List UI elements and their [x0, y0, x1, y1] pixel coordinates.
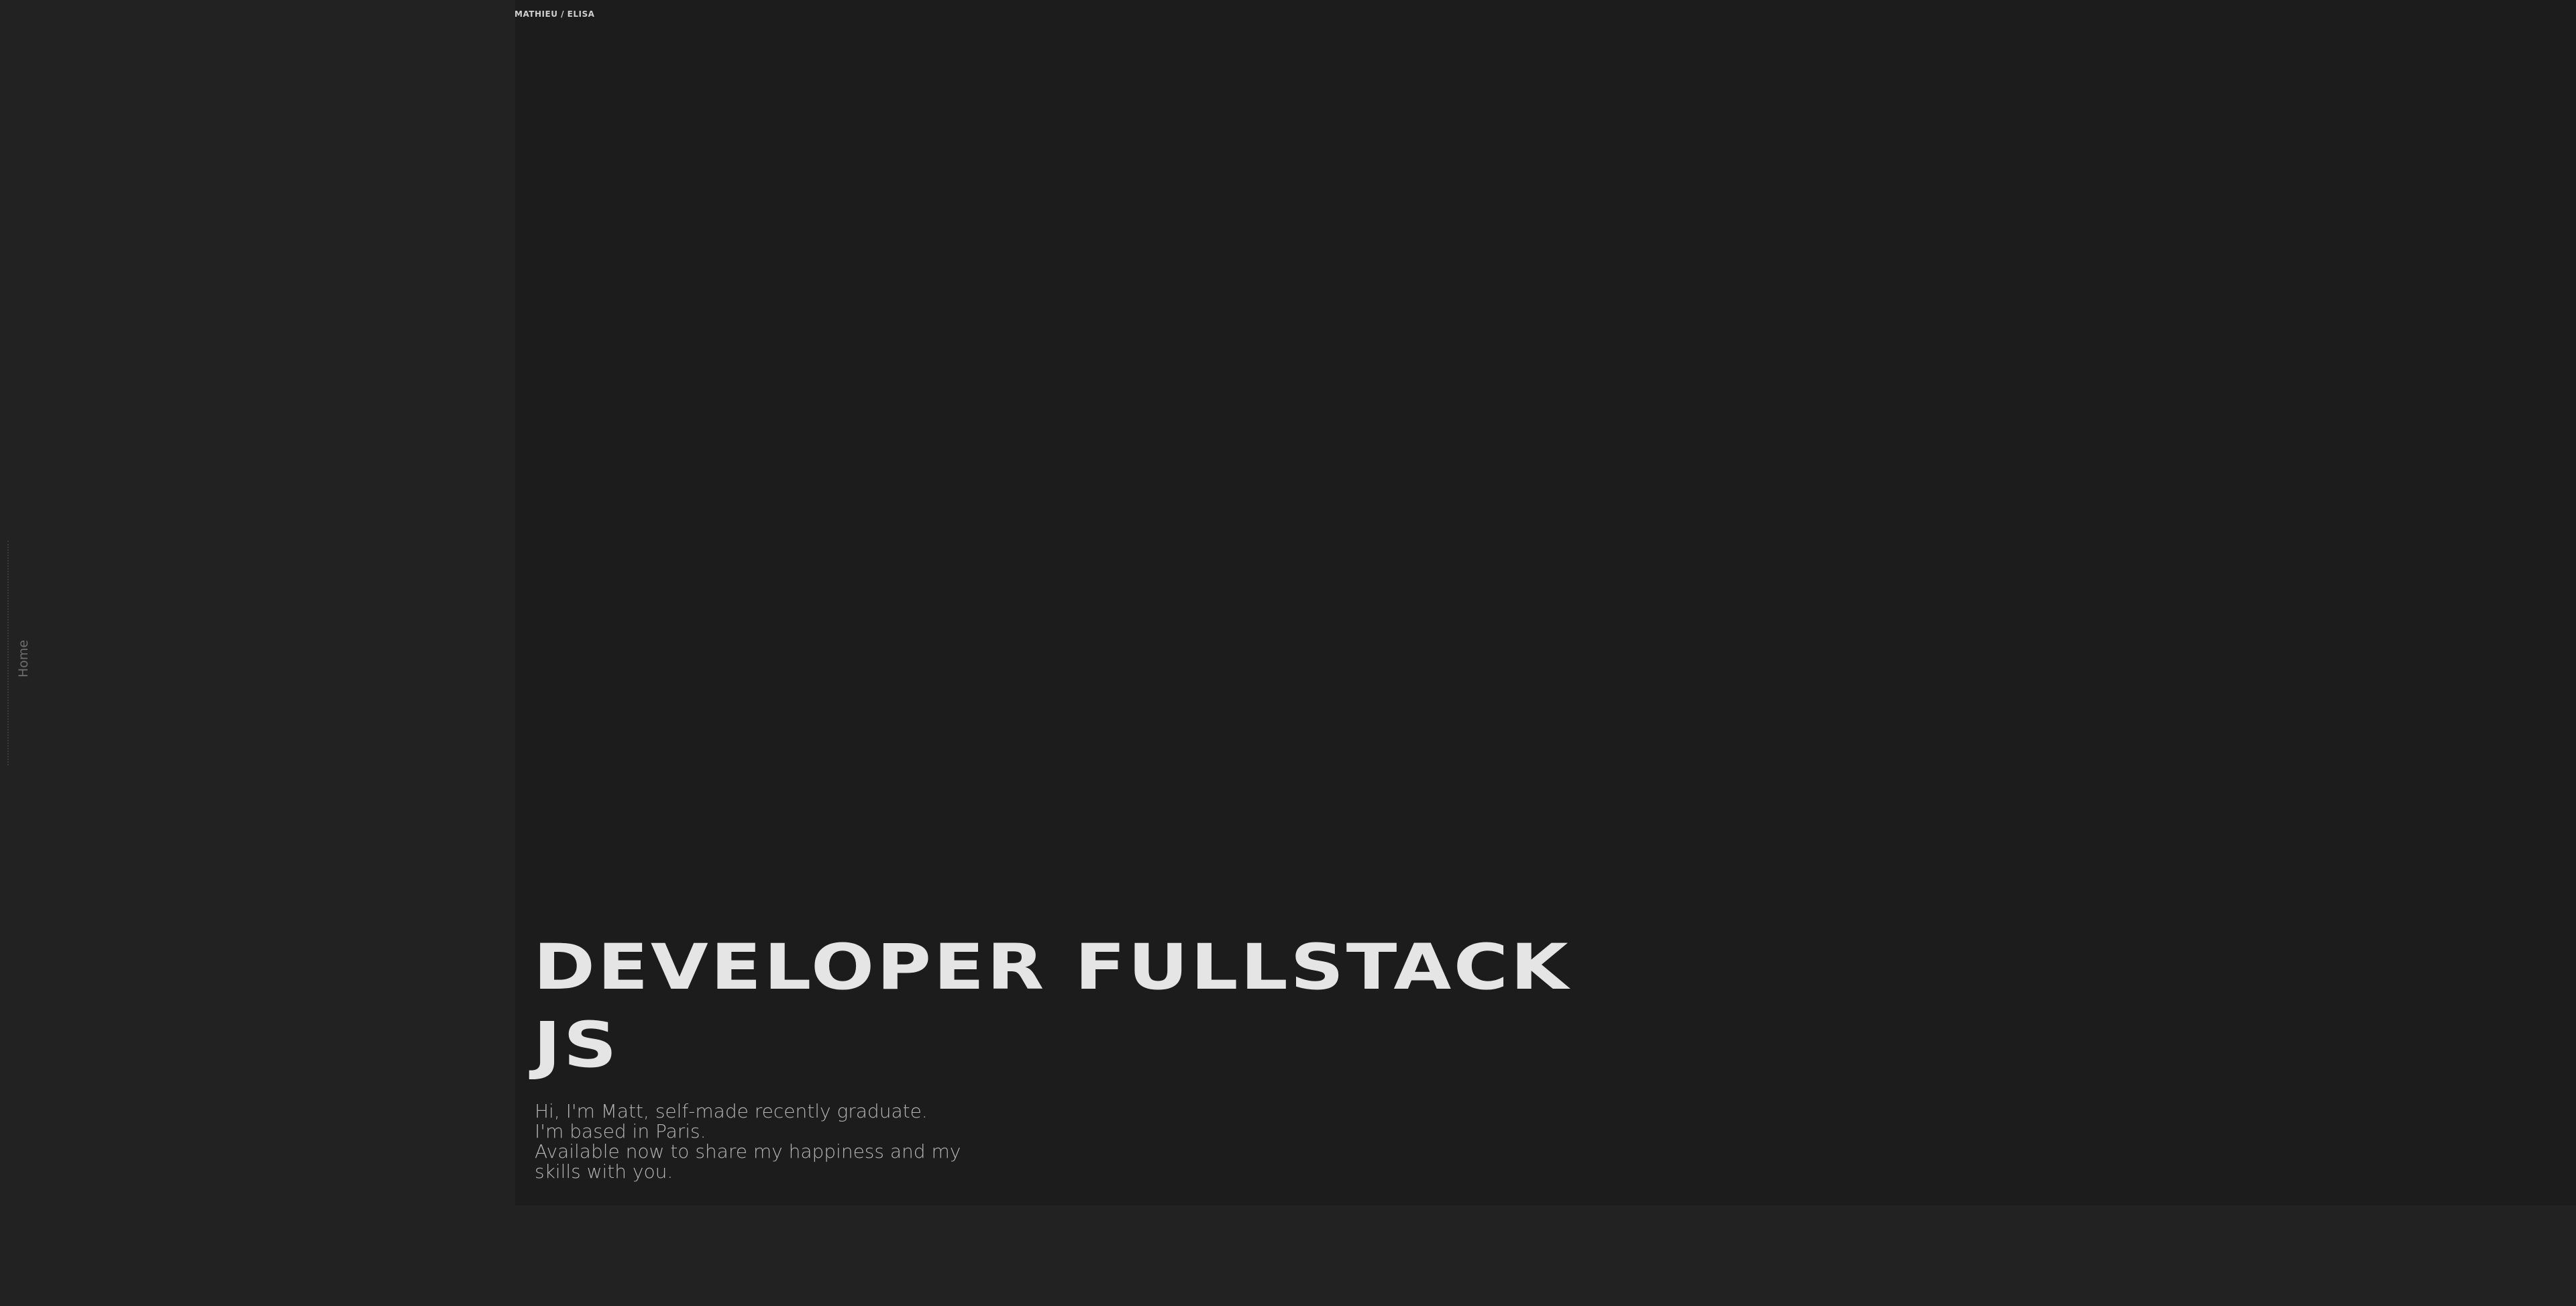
- brand-link[interactable]: MATHIEU / ELISA: [515, 9, 594, 19]
- hero-headline-line-1: DEVELOPER FULLSTACK: [533, 931, 1571, 1004]
- hero-headline: DEVELOPER FULLSTACK JS: [533, 929, 1570, 1085]
- intro-line: Available now to share my happiness and …: [535, 1140, 961, 1162]
- intro-line: Hi, I'm Matt, self-made recently graduat…: [535, 1100, 928, 1122]
- intro-line: skills with you.: [535, 1160, 674, 1183]
- side-nav-home-link[interactable]: Home: [16, 640, 31, 677]
- hero-intro: Hi, I'm Matt, self-made recently graduat…: [535, 1101, 991, 1182]
- hero-headline-line-2: JS: [533, 1009, 620, 1082]
- side-nav-rule: [7, 541, 9, 765]
- intro-line: I'm based in Paris.: [535, 1120, 706, 1142]
- page: MATHIEU / ELISA Home DEVELOPER FULLSTACK…: [0, 0, 2576, 1306]
